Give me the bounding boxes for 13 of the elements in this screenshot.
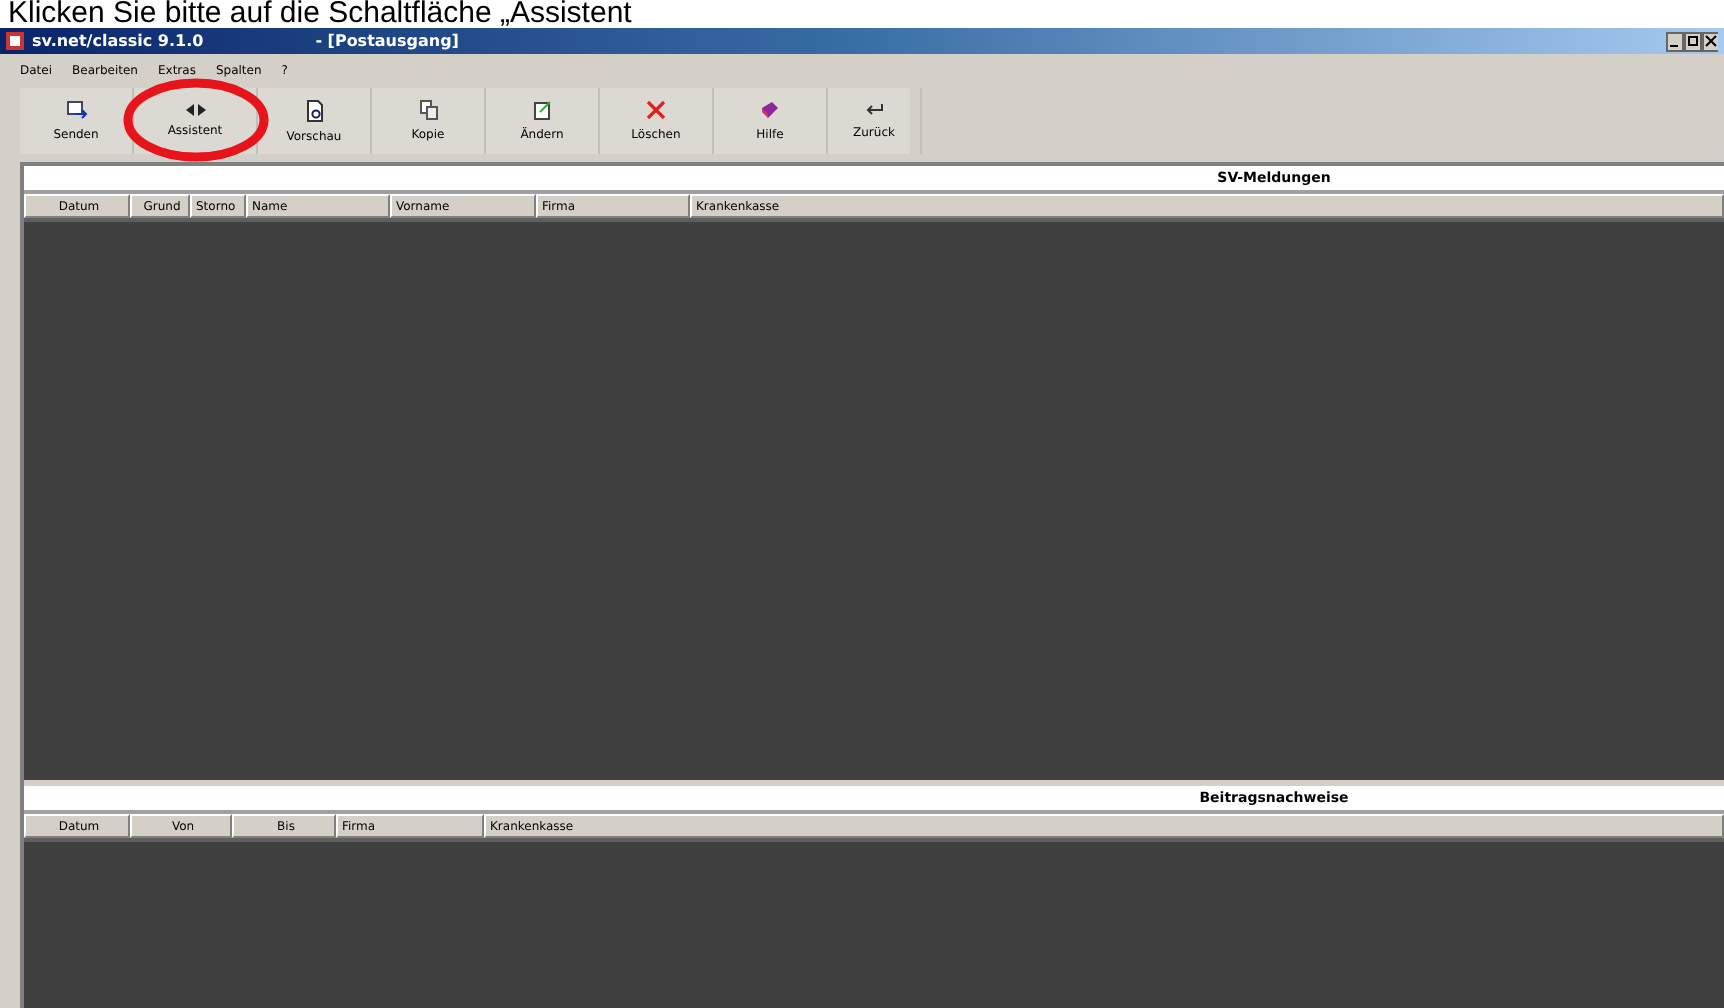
edit-icon xyxy=(533,100,551,120)
copy-icon xyxy=(419,100,437,120)
window-controls-icon[interactable] xyxy=(1666,31,1718,51)
preview-icon xyxy=(305,99,323,121)
instruction-caption: Klicken Sie bitte auf die Schaltfläche „Assistent xyxy=(6,0,634,28)
back-arrow-icon xyxy=(864,102,884,118)
delete-icon xyxy=(646,100,666,120)
book-icon xyxy=(760,100,780,120)
send-icon xyxy=(65,100,87,120)
app-icon xyxy=(6,32,24,50)
window-title: sv.net/classic 9.1.0 xyxy=(32,32,204,50)
document-title: - [Postausgang] xyxy=(315,32,459,50)
arrows-icon xyxy=(185,104,205,116)
